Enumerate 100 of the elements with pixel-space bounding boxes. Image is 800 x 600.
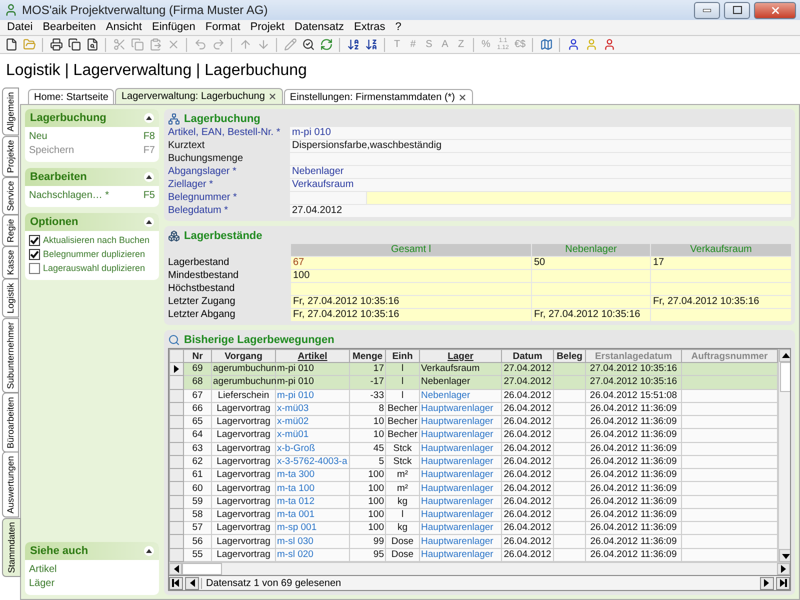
side-tab[interactable]: Projekte bbox=[2, 136, 19, 177]
search-icon[interactable] bbox=[300, 36, 316, 52]
related-link[interactable]: Läger bbox=[29, 577, 155, 590]
table-cell: 26.04.2012 11:36:09 bbox=[586, 482, 682, 496]
side-tab[interactable]: Auswertungen bbox=[2, 452, 19, 518]
stock-cell: Fr, 27.04.2012 10:35:16 bbox=[651, 296, 791, 308]
input-field[interactable]: 27.04.2012 bbox=[290, 205, 791, 217]
collapse-icon[interactable] bbox=[144, 113, 154, 123]
menu-item[interactable]: Einfügen bbox=[146, 20, 200, 35]
table-cell: x-b-Groß bbox=[276, 442, 350, 456]
table-cell: Hauptwarenlager bbox=[420, 548, 502, 562]
action-link[interactable]: Nachschlagen… * bbox=[29, 189, 110, 202]
map-icon[interactable] bbox=[538, 36, 554, 52]
table-cell: 26.04.2012 11:36:09 bbox=[586, 508, 682, 522]
menu-item[interactable]: Datensatz bbox=[290, 20, 350, 35]
document-tab[interactable]: Einstellungen: Firmenstammdaten (*) bbox=[284, 89, 473, 104]
document-tab[interactable]: Home: Startseite bbox=[28, 89, 114, 104]
table-cell: 26.04.2012 bbox=[502, 495, 554, 508]
collapse-icon[interactable] bbox=[144, 172, 154, 182]
column-header[interactable]: Nr bbox=[184, 350, 212, 362]
restore-button[interactable] bbox=[724, 2, 750, 18]
scroll-right-icon bbox=[780, 565, 788, 573]
side-tab[interactable]: Regie bbox=[2, 214, 19, 246]
side-tab[interactable]: Kasse bbox=[2, 246, 19, 280]
network-icon bbox=[168, 113, 180, 125]
collapse-icon[interactable] bbox=[144, 546, 154, 556]
side-tab[interactable]: Logistik bbox=[2, 279, 19, 318]
table-cell: l bbox=[386, 508, 420, 522]
table-cell: 26.04.2012 bbox=[502, 416, 554, 429]
input-field[interactable]: Verkaufsraum bbox=[290, 179, 791, 191]
printer-icon[interactable] bbox=[48, 36, 64, 52]
menu-item[interactable]: Bearbeiten bbox=[38, 20, 101, 35]
input-field[interactable] bbox=[290, 192, 366, 204]
table-cell: Becher bbox=[386, 416, 420, 429]
table-cell: 100 bbox=[350, 508, 386, 522]
minimize-button[interactable] bbox=[694, 2, 720, 18]
input-field[interactable] bbox=[367, 192, 791, 204]
first-record-button[interactable] bbox=[169, 576, 183, 590]
next-icon bbox=[763, 579, 771, 587]
table-cell bbox=[554, 442, 586, 456]
menu-item[interactable]: Ansicht bbox=[100, 20, 147, 35]
scrollbar[interactable] bbox=[778, 349, 790, 562]
column-header[interactable]: Menge bbox=[350, 350, 386, 362]
scroll-right-button[interactable] bbox=[777, 563, 790, 575]
table-cell: Hauptwarenlager bbox=[420, 416, 502, 429]
close-button[interactable] bbox=[754, 2, 796, 18]
table-cell: kg bbox=[386, 495, 420, 508]
column-header[interactable]: Lager bbox=[420, 350, 502, 362]
sort-ascending-icon[interactable] bbox=[345, 36, 361, 52]
field-label: Ziellager * bbox=[168, 179, 214, 191]
table-cell: agerumbuchun bbox=[212, 376, 276, 390]
column-header[interactable]: Beleg bbox=[554, 350, 586, 362]
table-cell: Becher bbox=[386, 428, 420, 442]
menu-item[interactable]: Projekt bbox=[245, 20, 290, 35]
side-tab[interactable]: Service bbox=[2, 176, 19, 215]
scroll-up-button[interactable] bbox=[779, 349, 790, 362]
side-tab[interactable]: Büroarbeiten bbox=[2, 392, 19, 452]
table-cell bbox=[554, 495, 586, 508]
checkbox[interactable] bbox=[29, 235, 40, 246]
menu-item[interactable]: ? bbox=[390, 20, 406, 35]
column-header: Verkaufsraum bbox=[651, 244, 791, 256]
checkbox[interactable] bbox=[29, 249, 40, 260]
scroll-thumb[interactable] bbox=[182, 563, 222, 575]
input-field[interactable]: Nebenlager bbox=[290, 166, 791, 178]
close-icon[interactable] bbox=[458, 92, 467, 102]
sort-descending-icon[interactable] bbox=[363, 36, 379, 52]
copy-icon[interactable] bbox=[66, 36, 82, 52]
action-link[interactable]: Neu bbox=[29, 130, 48, 143]
last-record-button[interactable] bbox=[776, 576, 790, 590]
table-cell: Hauptwarenlager bbox=[420, 534, 502, 548]
table-cell: 26.04.2012 bbox=[502, 522, 554, 535]
document-tab[interactable]: Lagerverwaltung: Lagerbuchung bbox=[115, 88, 283, 104]
collapse-icon[interactable] bbox=[144, 217, 154, 227]
menu-item[interactable]: Datei bbox=[2, 20, 38, 35]
boxes-icon bbox=[168, 230, 180, 242]
previous-record-button[interactable] bbox=[185, 576, 199, 590]
panel-title: Bearbeiten bbox=[30, 171, 87, 183]
menu-item[interactable]: Format bbox=[200, 20, 246, 35]
column-header[interactable]: Artikel bbox=[276, 350, 350, 362]
checkbox[interactable] bbox=[29, 263, 40, 274]
table-cell: 10 bbox=[350, 416, 386, 429]
side-tab[interactable]: Subunternehmer bbox=[2, 318, 19, 393]
scroll-down-button[interactable] bbox=[779, 549, 790, 562]
column-header[interactable]: Vorgang bbox=[212, 350, 276, 362]
input-field[interactable]: m-pi 010 bbox=[290, 127, 791, 139]
related-link[interactable]: Artikel bbox=[29, 563, 155, 576]
scroll-left-button[interactable] bbox=[169, 563, 182, 575]
table-cell: 26.04.2012 bbox=[502, 548, 554, 562]
next-record-button[interactable] bbox=[760, 576, 774, 590]
table-cell: 26.04.2012 11:36:09 bbox=[586, 455, 682, 469]
column-header[interactable]: Einh bbox=[386, 350, 420, 362]
scroll-thumb[interactable] bbox=[780, 362, 790, 392]
input-field[interactable]: Dispersionsfarbe,waschbeständig bbox=[290, 140, 791, 152]
side-tab[interactable]: Allgemein bbox=[2, 88, 19, 136]
column-header[interactable]: Datum bbox=[502, 350, 554, 362]
scrollbar[interactable] bbox=[169, 562, 790, 575]
side-tab[interactable]: Stammdaten bbox=[2, 518, 21, 577]
close-icon[interactable] bbox=[268, 92, 277, 101]
menu-item[interactable]: Extras bbox=[349, 20, 390, 35]
refresh-icon[interactable] bbox=[318, 36, 334, 52]
